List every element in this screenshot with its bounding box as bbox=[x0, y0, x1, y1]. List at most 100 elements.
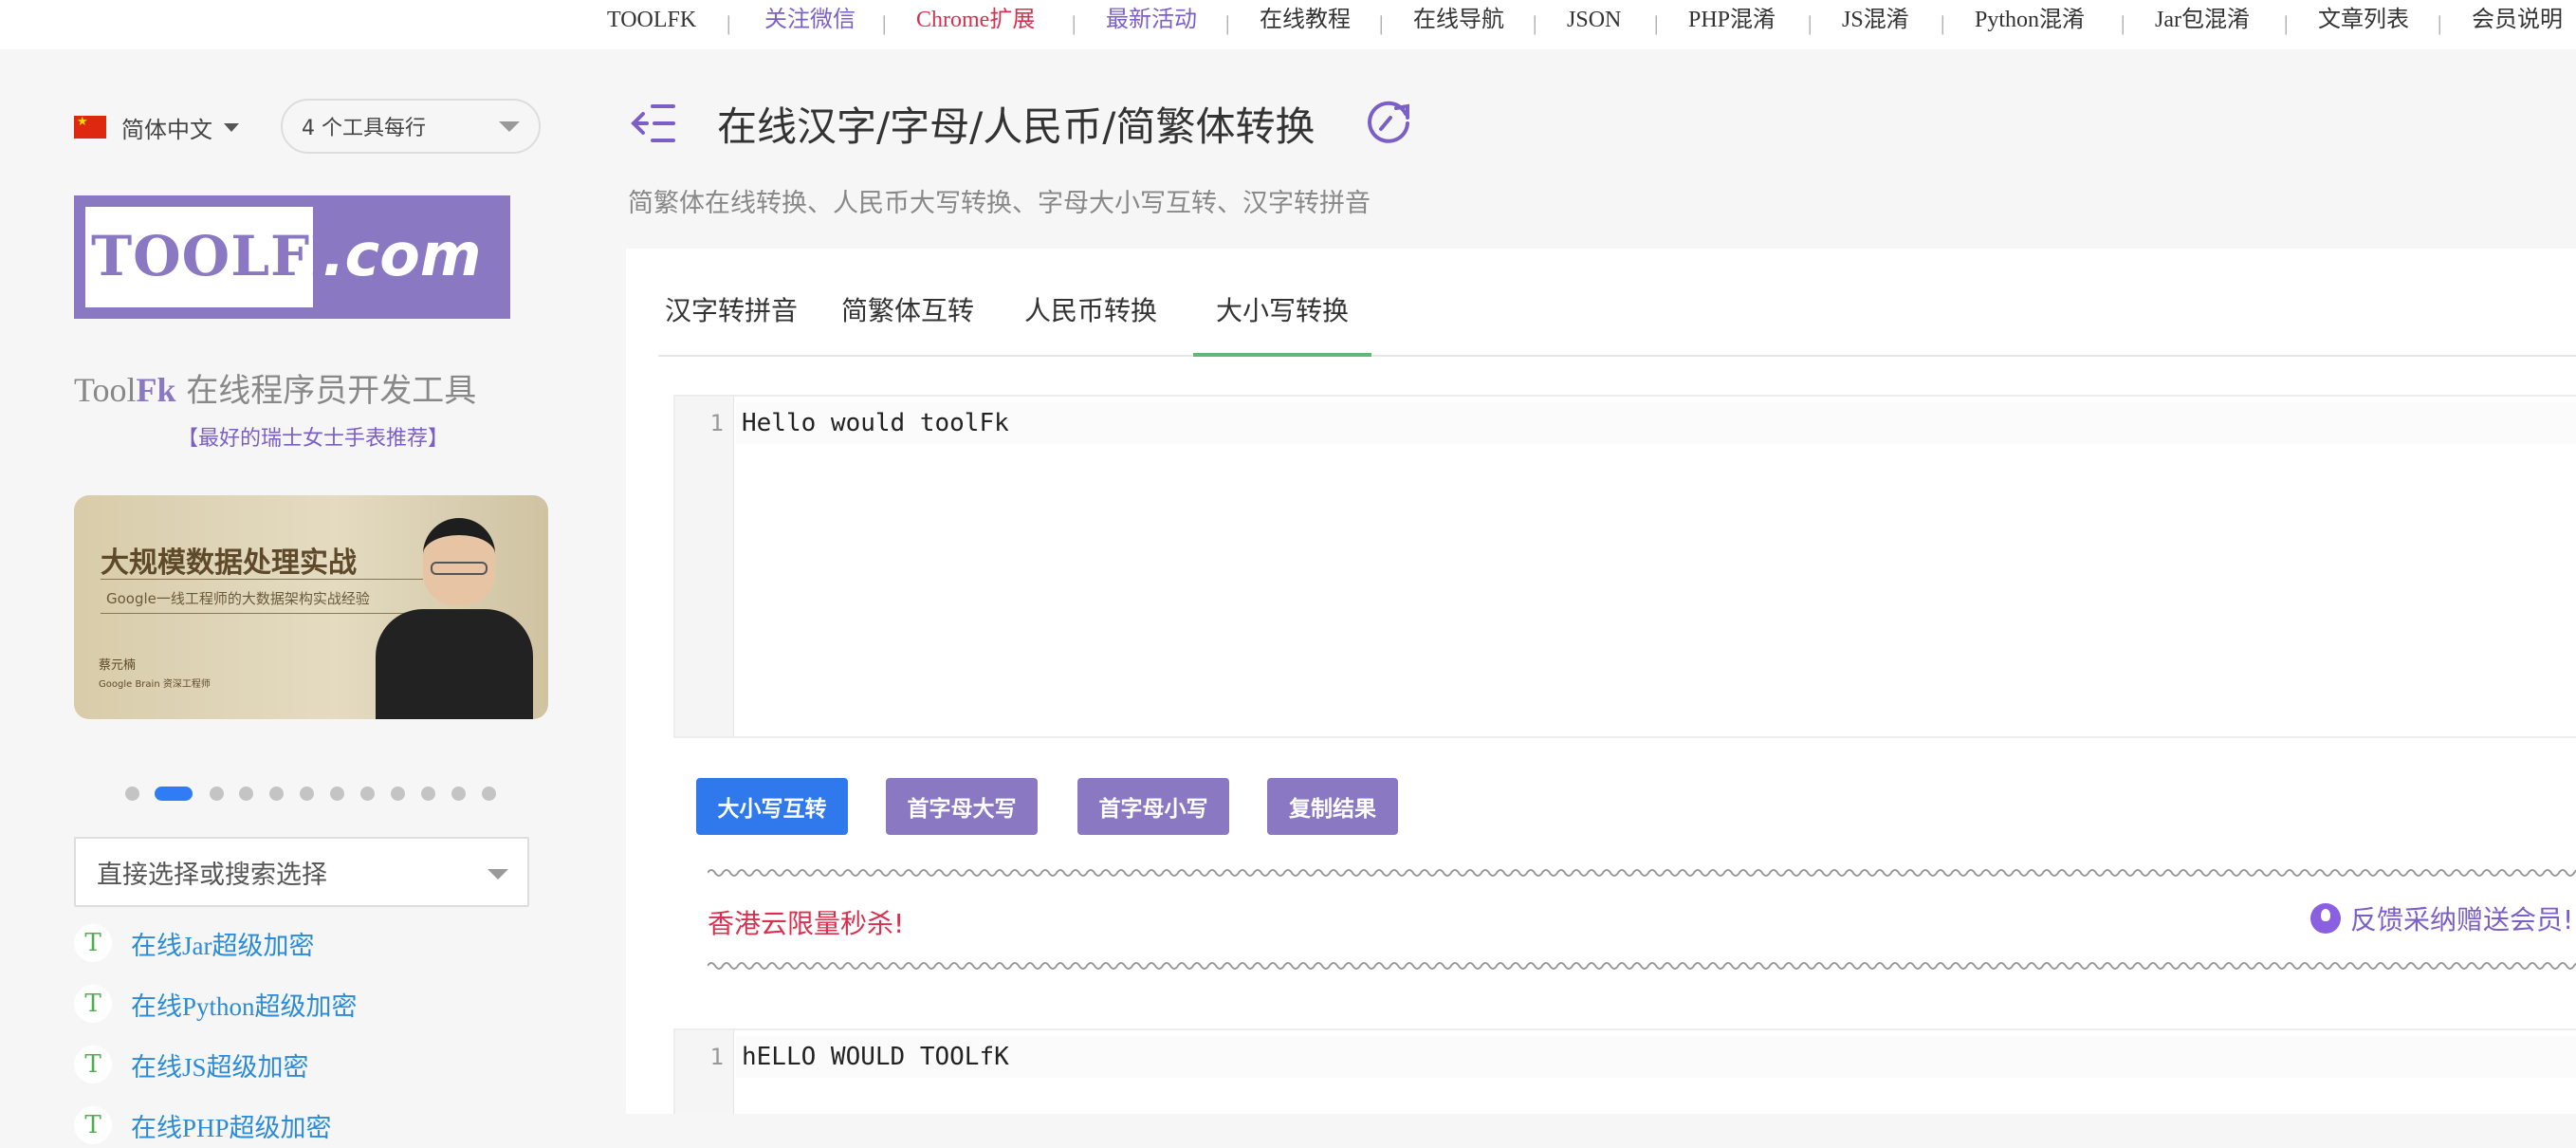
nav-separator: | bbox=[1379, 11, 1384, 35]
capitalize-first-button[interactable]: 首字母大写 bbox=[886, 778, 1038, 835]
carousel-dot[interactable] bbox=[239, 787, 253, 801]
course-banner[interactable]: 大规模数据处理实战 Google一线工程师的大数据架构实战经验 蔡元楠 Goog… bbox=[74, 495, 548, 719]
site-brand-a: Tool bbox=[74, 371, 137, 409]
tab-case-convert[interactable]: 大小写转换 bbox=[1193, 281, 1371, 357]
page-title: 在线汉字/字母/人民币/简繁体转换 bbox=[717, 103, 1316, 150]
site-brand-b: Fk bbox=[136, 371, 176, 409]
sidebar-tool-js-encrypt[interactable]: T 在线JS超级加密 bbox=[74, 1042, 309, 1087]
top-navigation: TOOLFK | 关注微信 | Chrome扩展 | 最新活动 | 在线教程 |… bbox=[0, 0, 2576, 49]
chevron-down-icon bbox=[499, 121, 520, 132]
carousel-dot[interactable] bbox=[269, 787, 284, 801]
banner-person-glasses bbox=[431, 562, 488, 575]
nav-separator: | bbox=[727, 11, 731, 35]
nav-separator: | bbox=[2121, 11, 2125, 35]
nav-json[interactable]: JSON bbox=[1567, 4, 1621, 36]
site-tagline: 在线程序员开发工具 bbox=[175, 372, 477, 410]
tool-search-select[interactable]: 直接选择或搜索选择 bbox=[74, 837, 529, 907]
carousel-dot[interactable] bbox=[360, 787, 375, 801]
sidebar-promo-link[interactable]: 【最好的瑞士女士手表推荐】 bbox=[0, 421, 626, 452]
tools-per-row-label: 4 个工具每行 bbox=[302, 117, 426, 140]
wavy-divider bbox=[708, 869, 2576, 877]
carousel-dot[interactable] bbox=[330, 787, 344, 801]
nav-separator: | bbox=[1654, 11, 1659, 35]
sidebar: 简体中文 4 个工具每行 TOOLFK .com ToolFk 在线程序员开发工… bbox=[0, 49, 626, 1144]
tool-search-placeholder: 直接选择或搜索选择 bbox=[97, 860, 327, 890]
carousel-dot[interactable] bbox=[300, 787, 314, 801]
converter-card: 汉字转拼音 简繁体互转 人民币转换 大小写转换 1 Hello would to… bbox=[626, 249, 2576, 1114]
china-flag-icon bbox=[74, 114, 106, 139]
banner-divider bbox=[101, 579, 423, 580]
line-gutter: 1 bbox=[675, 397, 734, 736]
sidebar-tool-python-encrypt[interactable]: T 在线Python超级加密 bbox=[74, 981, 358, 1027]
chevron-down-icon bbox=[488, 869, 508, 880]
tools-per-row-select[interactable]: 4 个工具每行 bbox=[281, 99, 541, 154]
back-arrow-icon[interactable] bbox=[626, 99, 679, 148]
nav-tutorials[interactable]: 在线教程 bbox=[1260, 4, 1351, 36]
nav-wechat[interactable]: 关注微信 bbox=[764, 4, 856, 36]
nav-python-obfuscate[interactable]: Python混淆 bbox=[1975, 4, 2085, 36]
carousel-dot[interactable] bbox=[391, 787, 405, 801]
feedback-promo-label: 反馈采纳赠送会员! bbox=[2350, 904, 2574, 935]
banner-person-body bbox=[376, 609, 533, 719]
toggle-case-button[interactable]: 大小写互转 bbox=[696, 778, 848, 835]
site-logo[interactable]: TOOLFK .com bbox=[74, 195, 510, 319]
output-editor[interactable]: 1 hELLO WOULD TOOLfK bbox=[673, 1028, 2576, 1114]
nav-php-obfuscate[interactable]: PHP混淆 bbox=[1688, 4, 1776, 36]
nav-separator: | bbox=[1072, 11, 1076, 35]
lowercase-first-button[interactable]: 首字母小写 bbox=[1077, 778, 1229, 835]
copy-result-button[interactable]: 复制结果 bbox=[1267, 778, 1398, 835]
chevron-down-icon bbox=[224, 122, 239, 132]
carousel-dot[interactable] bbox=[482, 787, 496, 801]
tool-t-icon: T bbox=[74, 1106, 112, 1144]
site-title: ToolFk 在线程序员开发工具 bbox=[74, 364, 476, 411]
nav-articles[interactable]: 文章列表 bbox=[2318, 4, 2409, 36]
tool-t-icon: T bbox=[74, 985, 112, 1023]
nav-latest-events[interactable]: 最新活动 bbox=[1106, 4, 1197, 36]
refresh-icon[interactable] bbox=[1362, 95, 1415, 148]
output-text[interactable]: hELLO WOULD TOOLfK bbox=[736, 1036, 2576, 1078]
nav-chrome-extension[interactable]: Chrome扩展 bbox=[916, 4, 1035, 36]
wavy-divider bbox=[708, 962, 2576, 970]
nav-separator: | bbox=[2284, 11, 2289, 35]
nav-js-obfuscate[interactable]: JS混淆 bbox=[1842, 4, 1909, 36]
logo-domain: .com bbox=[322, 220, 482, 289]
carousel-dot[interactable] bbox=[125, 787, 139, 801]
nav-separator: | bbox=[1225, 11, 1230, 35]
tool-t-icon: T bbox=[74, 924, 112, 962]
input-text[interactable]: Hello would toolFk bbox=[736, 402, 2576, 444]
banner-author: 蔡元楠 bbox=[99, 658, 137, 673]
banner-divider bbox=[101, 613, 423, 614]
tool-link-label: 在线PHP超级加密 bbox=[131, 1113, 332, 1142]
nav-toolfk[interactable]: TOOLFK bbox=[607, 4, 696, 36]
language-label: 简体中文 bbox=[121, 116, 212, 143]
feedback-promo[interactable]: 反馈采纳赠送会员! bbox=[2310, 899, 2573, 937]
sidebar-tool-jar-encrypt[interactable]: T 在线Jar超级加密 bbox=[74, 920, 314, 966]
carousel-indicators bbox=[74, 784, 548, 803]
banner-subtitle: Google一线工程师的大数据架构实战经验 bbox=[106, 590, 370, 607]
nav-separator: | bbox=[2438, 11, 2442, 35]
tab-rmb[interactable]: 人民币转换 bbox=[1002, 281, 1180, 357]
tool-link-label: 在线Jar超级加密 bbox=[131, 931, 315, 960]
banner-title: 大规模数据处理实战 bbox=[101, 546, 357, 580]
tool-link-label: 在线Python超级加密 bbox=[131, 991, 358, 1021]
carousel-dot[interactable] bbox=[421, 787, 435, 801]
bulb-icon bbox=[2310, 903, 2341, 934]
line-gutter: 1 bbox=[675, 1030, 734, 1114]
hk-cloud-promo[interactable]: 香港云限量秒杀! bbox=[708, 903, 904, 941]
logo-text: TOOLFK bbox=[91, 224, 359, 288]
nav-separator: | bbox=[1533, 11, 1537, 35]
page-description: 简繁体在线转换、人民币大写转换、字母大小写互转、汉字转拼音 bbox=[628, 189, 1371, 218]
tab-pinyin[interactable]: 汉字转拼音 bbox=[658, 281, 804, 357]
language-selector[interactable]: 简体中文 bbox=[74, 108, 239, 146]
tool-t-icon: T bbox=[74, 1046, 112, 1083]
carousel-dot-active[interactable] bbox=[155, 787, 193, 801]
nav-jar-obfuscate[interactable]: Jar包混淆 bbox=[2155, 4, 2250, 36]
input-editor[interactable]: 1 Hello would toolFk bbox=[673, 395, 2576, 738]
tab-simplified-traditional[interactable]: 简繁体互转 bbox=[818, 281, 998, 357]
carousel-dot[interactable] bbox=[451, 787, 466, 801]
sidebar-tool-php-encrypt[interactable]: T 在线PHP超级加密 bbox=[74, 1102, 332, 1148]
nav-navigation[interactable]: 在线导航 bbox=[1413, 4, 1504, 36]
carousel-dot[interactable] bbox=[210, 787, 224, 801]
nav-separator: | bbox=[1808, 11, 1812, 35]
nav-membership[interactable]: 会员说明 bbox=[2472, 4, 2563, 36]
